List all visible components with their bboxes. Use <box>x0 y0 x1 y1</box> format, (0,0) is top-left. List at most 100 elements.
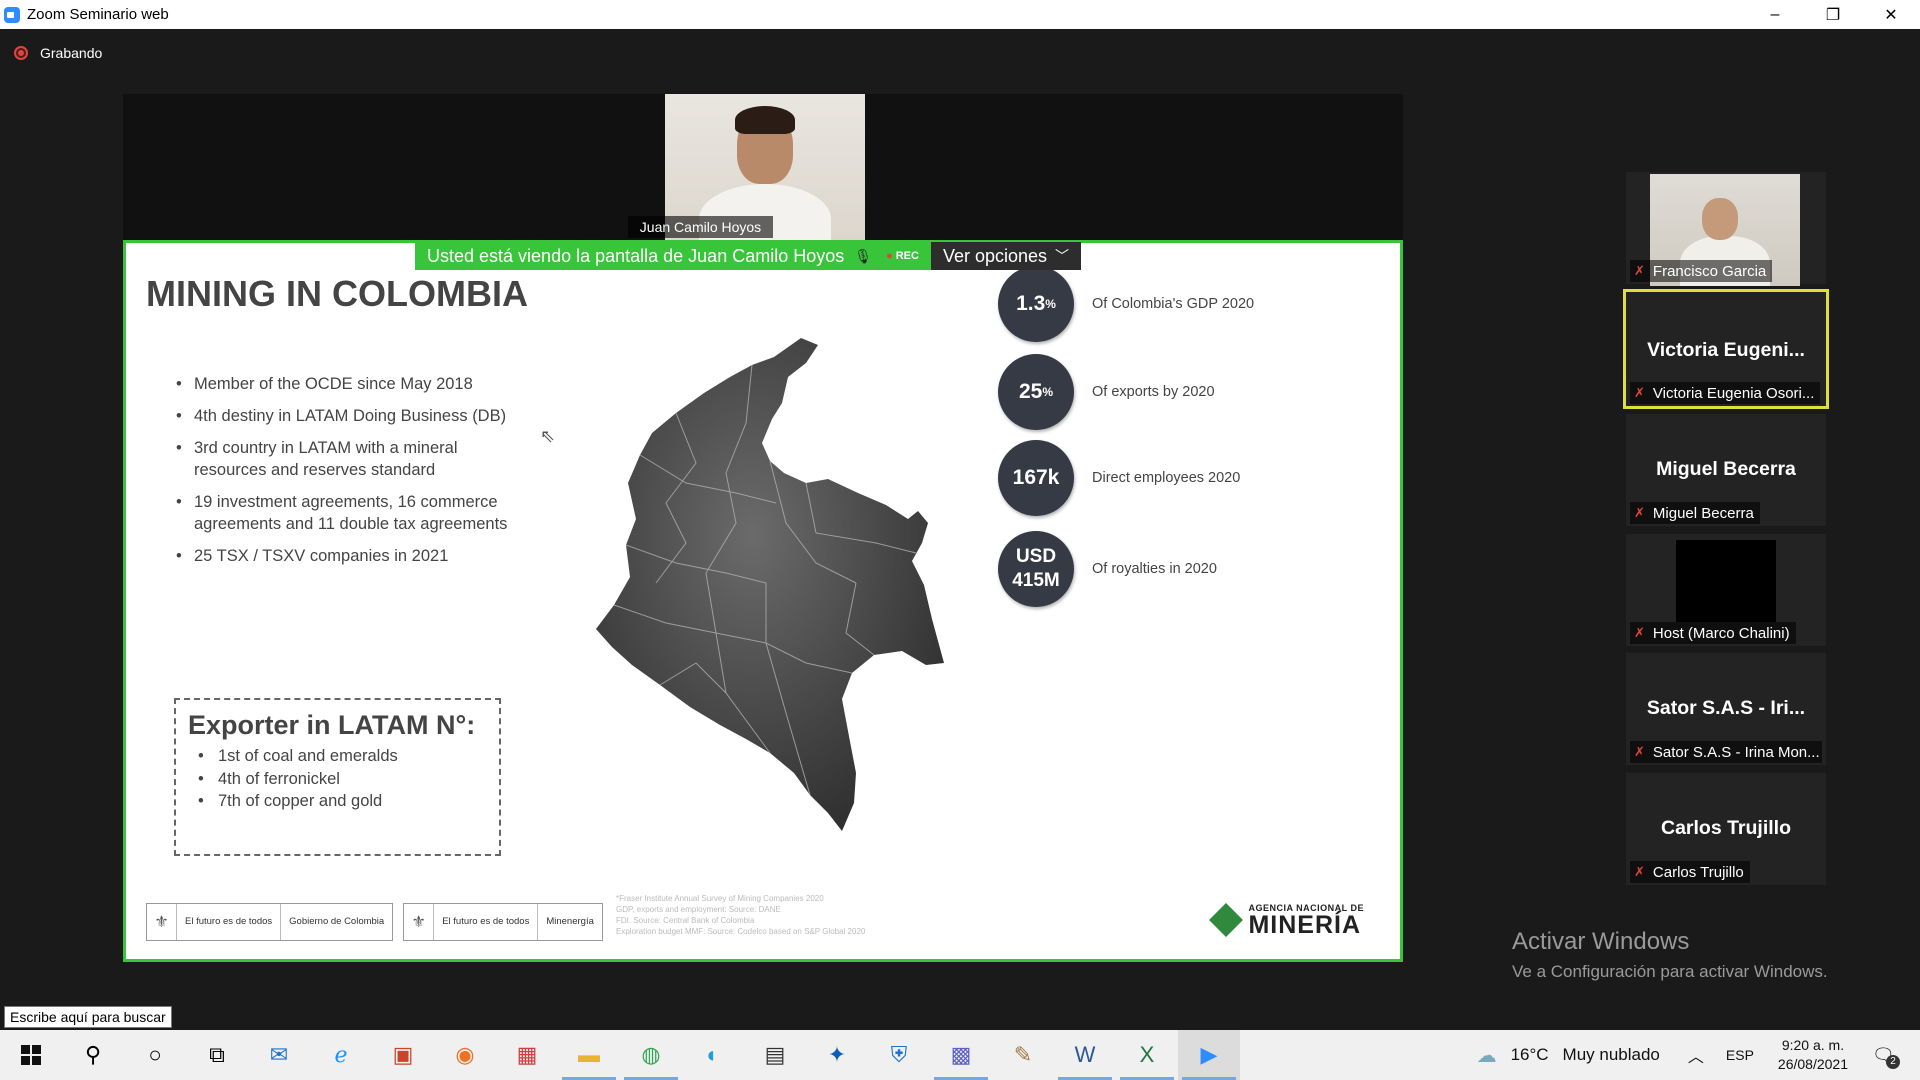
start-button[interactable] <box>0 1030 62 1080</box>
participant-display-name: Miguel Becerra <box>1656 458 1796 480</box>
participant-name: Miguel Becerra <box>1652 504 1754 522</box>
participant-tile[interactable]: Sator S.A.S - Iri... ✗ Sator S.A.S - Irin… <box>1626 653 1826 765</box>
share-banner-text: Usted está viendo la pantalla de Juan Ca… <box>427 245 845 266</box>
agency-diamond-icon <box>1209 903 1244 937</box>
internet-explorer-icon[interactable]: ℯ <box>310 1030 372 1080</box>
agency-logo: AGENCIA NACIONAL DE MINERÍA <box>1209 903 1364 939</box>
language-indicator[interactable]: ESP <box>1726 1047 1754 1063</box>
weather-widget[interactable]: ☁ 16°C Muy nublado <box>1477 1043 1660 1068</box>
restore-button[interactable]: ❐ <box>1804 0 1862 29</box>
participant-tile[interactable]: Carlos Trujillo ✗ Carlos Trujillo <box>1626 773 1826 885</box>
participant-tile[interactable]: Miguel Becerra ✗ Miguel Becerra <box>1626 414 1826 526</box>
search-icon[interactable]: ⚲ <box>62 1030 124 1080</box>
windows-logo-icon <box>21 1045 41 1065</box>
paint-icon[interactable]: ✎ <box>992 1030 1054 1080</box>
exporter-item: 1st of coal and emeralds <box>198 745 487 768</box>
footnote-line: FDI. Source: Central Bank of Colombia <box>616 916 755 925</box>
participant-tile[interactable]: ✗ Host (Marco Chalini) <box>1626 534 1826 646</box>
logo-text: Gobierno de Colombia <box>289 916 385 927</box>
stat-label: Of Colombia's GDP 2020 <box>1092 296 1255 312</box>
exporter-item: 4th of ferronickel <box>198 768 487 791</box>
mic-muted-icon: ✗ <box>1634 505 1645 520</box>
stat-royalties: USD 415M Of royalties in 2020 <box>998 531 1217 607</box>
stat-employees: 167k Direct employees 2020 <box>998 440 1240 516</box>
outlook-icon[interactable]: ✦ <box>806 1030 868 1080</box>
store-icon[interactable]: ▤ <box>744 1030 806 1080</box>
task-view-icon[interactable]: ⧉ <box>186 1030 248 1080</box>
logo-text: El futuro es de todos <box>177 904 282 940</box>
stat-value: 1.3 <box>1016 292 1046 315</box>
mic-muted-icon: ✗ <box>1634 864 1645 879</box>
activate-windows-watermark: Activar Windows Ve a Configuración para … <box>1512 928 1828 982</box>
participant-video-off <box>1676 540 1776 622</box>
stat-circle: 167k <box>998 440 1074 516</box>
search-tooltip: Escribe aquí para buscar <box>4 1006 172 1028</box>
stat-value: 167k <box>1012 466 1060 489</box>
stat-unit: % <box>1042 385 1054 399</box>
defender-icon[interactable]: ⛨ <box>868 1030 930 1080</box>
mouse-cursor-icon: ⇖ <box>540 426 556 446</box>
watermark-title: Activar Windows <box>1512 928 1690 955</box>
mic-muted-icon: ✗ <box>1634 385 1645 400</box>
view-options-button[interactable]: Ver opciones ﹀ <box>930 242 1082 270</box>
zoom-app-icon <box>4 6 20 23</box>
mic-muted-icon: ✗ <box>1634 625 1645 640</box>
mail-icon[interactable]: ✉ <box>248 1030 310 1080</box>
stat-circle: 1.3% <box>998 266 1074 342</box>
footnote-line: Exploration budget MMF: Source: Codelco … <box>616 927 866 936</box>
stat-circle: 25% <box>998 354 1074 430</box>
chevron-up-icon[interactable]: ︿ <box>1688 1043 1704 1067</box>
stat-label: Of royalties in 2020 <box>1092 561 1217 577</box>
participant-display-name: Sator S.A.S - Iri... <box>1646 697 1806 719</box>
share-banner: Usted está viendo la pantalla de Juan Ca… <box>415 242 1082 270</box>
participant-tile-active[interactable]: Victoria Eugeni... ✗ Victoria Eugenia Oso… <box>1623 289 1829 409</box>
participant-name-label: ✗ Carlos Trujillo <box>1630 861 1750 883</box>
bullet-item: 4th destiny in LATAM Doing Business (DB) <box>176 405 526 427</box>
mic-muted-icon: ✗ <box>1634 744 1645 759</box>
government-logo: ⚜ El futuro es de todos Minenergía <box>403 903 603 941</box>
teams-icon[interactable]: ▩ <box>930 1030 992 1080</box>
watermark-subtitle: Ve a Configuración para activar Windows. <box>1512 962 1828 981</box>
close-button[interactable]: ✕ <box>1862 0 1920 29</box>
bullet-item: Member of the OCDE since May 2018 <box>176 373 526 395</box>
exporter-list: 1st of coal and emeralds 4th of ferronic… <box>188 745 487 813</box>
speaker-hair <box>735 106 795 134</box>
window-title: Zoom Seminario web <box>27 6 169 23</box>
powerpoint-icon[interactable]: ▣ <box>372 1030 434 1080</box>
file-explorer-icon[interactable]: ▬ <box>558 1030 620 1080</box>
stat-unit: % <box>1045 297 1056 311</box>
view-options-label: Ver opciones <box>942 245 1048 266</box>
agency-name-big: MINERÍA <box>1248 911 1362 939</box>
exporter-title: Exporter in LATAM N°: <box>188 710 476 740</box>
notification-badge: 2 <box>1886 1054 1900 1069</box>
government-logo: ⚜ El futuro es de todos Gobierno de Colo… <box>146 903 394 941</box>
rec-badge: REC <box>886 250 919 262</box>
exporter-box: Exporter in LATAM N°: 1st of coal and em… <box>174 698 501 856</box>
colombia-map <box>596 338 944 831</box>
government-logos: ⚜ El futuro es de todos Gobierno de Colo… <box>146 903 603 941</box>
word-icon[interactable]: W <box>1054 1030 1116 1080</box>
firefox-icon[interactable]: ◉ <box>434 1030 496 1080</box>
stat-label: Of exports by 2020 <box>1092 384 1215 400</box>
window-controls: – ❐ ✕ <box>1746 0 1920 29</box>
participant-tile[interactable]: ✗ Francisco Garcia <box>1626 172 1826 286</box>
participant-name: Francisco Garcia <box>1652 262 1767 280</box>
edge-icon[interactable]: ◐ <box>682 1030 744 1080</box>
participant-name-label: ✗ Host (Marco Chalini) <box>1630 622 1796 644</box>
stat-value: 25 <box>1018 380 1043 403</box>
stat-gdp: 1.3% Of Colombia's GDP 2020 <box>998 266 1254 342</box>
recording-indicator[interactable]: Grabando <box>14 45 102 61</box>
minimize-button[interactable]: – <box>1746 0 1804 29</box>
stat-circle: USD 415M <box>998 531 1074 607</box>
cortana-icon[interactable]: ○ <box>124 1030 186 1080</box>
logo-text: Minenergía <box>546 916 594 927</box>
clock-date: 26/08/2021 <box>1777 1056 1848 1072</box>
notification-center-button[interactable]: 🗨 2 <box>1872 1045 1912 1069</box>
windows-taskbar: ⚲ ○ ⧉ ✉ ℯ ▣ ◉ ▦ ▬ ◍ ◐ ▤ ✦ ⛨ ▩ ✎ W X ▶ ☁ … <box>0 1030 1920 1080</box>
clock[interactable]: 9:20 a. m. 26/08/2021 <box>1778 1036 1848 1074</box>
gift-app-icon[interactable]: ▦ <box>496 1030 558 1080</box>
excel-icon[interactable]: X <box>1116 1030 1178 1080</box>
zoom-taskbar-icon[interactable]: ▶ <box>1178 1030 1240 1080</box>
stat-value: USD 415M <box>1012 546 1060 591</box>
chrome-icon[interactable]: ◍ <box>620 1030 682 1080</box>
